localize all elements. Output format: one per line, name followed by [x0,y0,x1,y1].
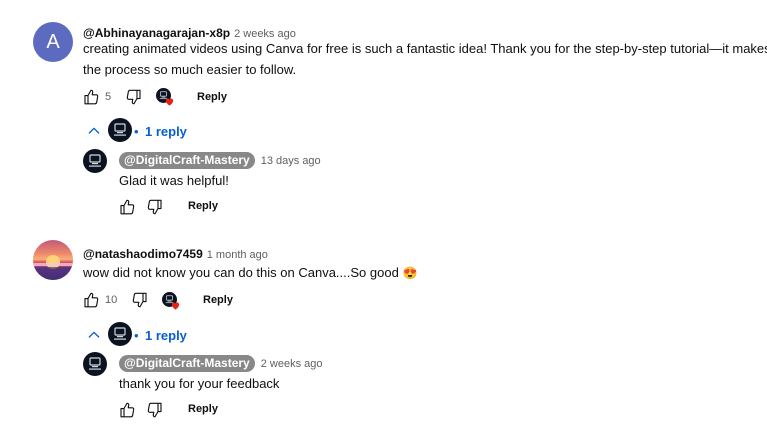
reply-avatar[interactable] [83,149,107,173]
like-count: 5 [105,91,112,103]
comment-text: wow did not know you can do this on Canv… [83,262,417,284]
reply-author-chip[interactable]: @DigitalCraft-Mastery [119,152,255,169]
avatar-letter: A [46,30,60,53]
avatar[interactable] [33,240,73,280]
comment-time[interactable]: 1 month ago [207,249,268,261]
bullet-dot: • [134,328,139,343]
creator-heart-badge [156,88,176,108]
reply-button[interactable]: Reply [203,294,233,306]
avatar[interactable]: A [33,22,73,62]
like-icon[interactable] [82,291,100,309]
creator-heart-badge [162,292,182,312]
heart-icon [170,300,181,311]
chevron-up-icon[interactable] [86,327,102,343]
dislike-icon[interactable] [131,291,149,309]
heart-icon [164,96,175,107]
reply-author-chip[interactable]: @DigitalCraft-Mastery [119,355,255,372]
reply-header: @DigitalCraft-Mastery 13 days ago [119,151,321,169]
toggle-replies-link[interactable]: 1 reply [145,328,187,343]
bullet-dot: • [134,124,139,139]
comment-author[interactable]: @natashaodimo7459 [83,247,203,261]
dislike-icon[interactable] [125,88,143,106]
reply-button[interactable]: Reply [188,403,218,415]
reply-button[interactable]: Reply [197,91,227,103]
creator-avatar-icon [108,118,132,142]
chevron-up-icon[interactable] [86,123,102,139]
dislike-icon[interactable] [146,198,164,216]
emoji-heart-eyes: 😍 [402,266,418,280]
comment-text-line: the process so much easier to follow. [83,62,297,77]
reply-avatar[interactable] [83,352,107,376]
like-icon[interactable] [118,401,136,419]
sunset-image [33,255,73,280]
like-icon[interactable] [118,198,136,216]
comment-text-line: creating animated videos using Canva for… [83,41,767,56]
creator-avatar-icon [108,322,132,346]
comment-header: @natashaodimo7459 1 month ago [83,245,268,263]
like-count: 10 [105,294,118,306]
reply-header: @DigitalCraft-Mastery 2 weeks ago [119,354,323,372]
comment-text: creating animated videos using Canva for… [83,38,767,80]
reply-text: Glad it was helpful! [119,173,229,188]
comment-text-line: wow did not know you can do this on Canv… [83,265,399,280]
toggle-replies-link[interactable]: 1 reply [145,124,187,139]
dislike-icon[interactable] [146,401,164,419]
reply-time[interactable]: 2 weeks ago [261,358,323,370]
reply-button[interactable]: Reply [188,200,218,212]
like-icon[interactable] [82,88,100,106]
reply-time[interactable]: 13 days ago [261,155,321,167]
reply-text: thank you for your feedback [119,376,280,391]
